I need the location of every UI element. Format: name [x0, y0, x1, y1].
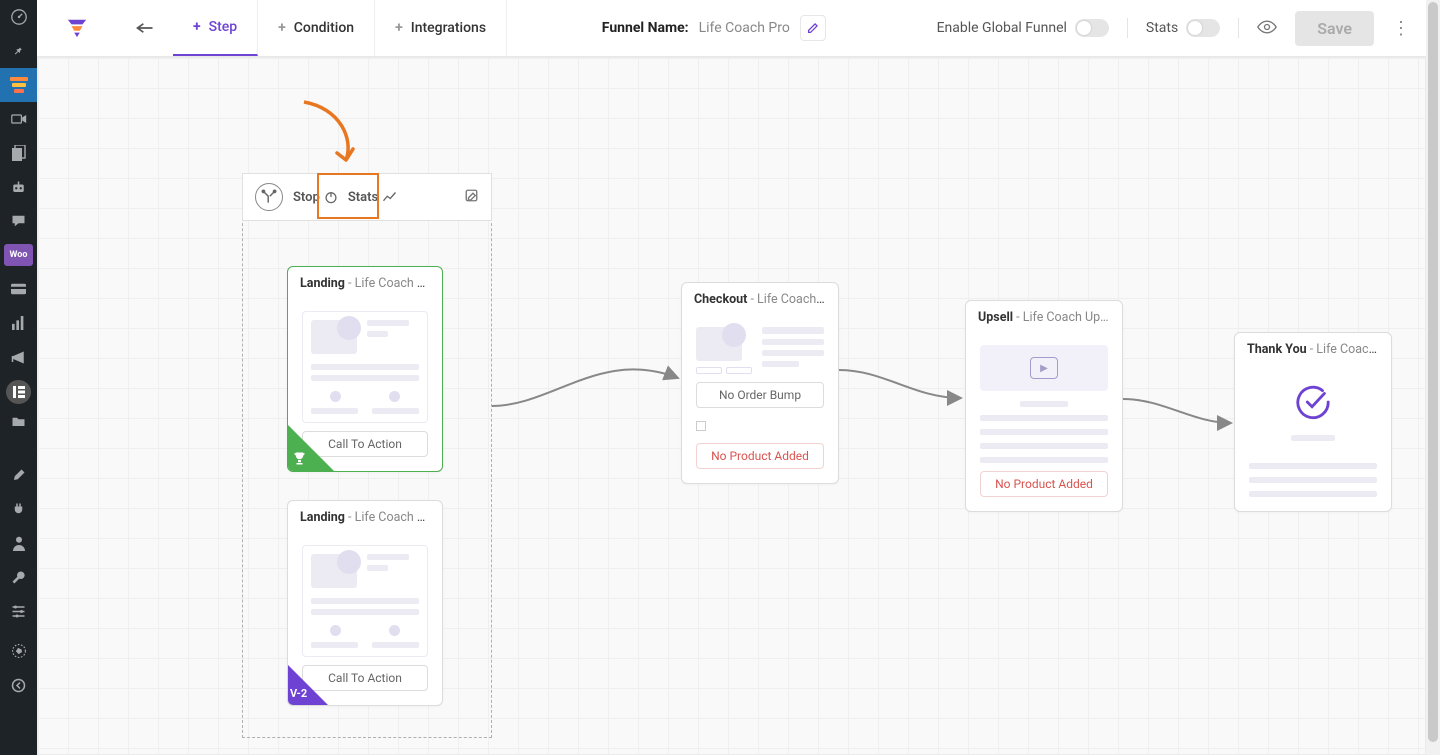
stats-toggle[interactable]: Stats: [1146, 19, 1220, 37]
marketing-icon[interactable]: [0, 340, 37, 374]
power-icon: [324, 190, 338, 204]
scrollbar-track: [1426, 0, 1440, 755]
checkbox-icon: [696, 421, 706, 431]
users-icon[interactable]: [0, 526, 37, 560]
node-title: Landing - Life Coach Lan…: [288, 501, 442, 535]
settings2-icon[interactable]: [0, 634, 37, 668]
top-header: +Step +Condition +Integrations Funnel Na…: [37, 0, 1426, 57]
no-product-warning: No Product Added: [980, 471, 1108, 497]
header-right: Enable Global Funnel Stats Save ⋮: [921, 0, 1426, 56]
toggle-off-icon: [1186, 19, 1220, 37]
bot-icon[interactable]: [0, 170, 37, 204]
node-title: Checkout - Life Coach Ch…: [682, 283, 838, 317]
winner-badge: [288, 425, 334, 471]
node-checkout[interactable]: Checkout - Life Coach Ch… No Order B: [681, 282, 839, 484]
card-icon[interactable]: [0, 272, 37, 306]
trophy-icon: [292, 451, 307, 470]
plugins-icon[interactable]: [0, 492, 37, 526]
analytics-icon[interactable]: [0, 306, 37, 340]
templates-icon[interactable]: [0, 404, 37, 438]
variant-badge: V-2: [288, 665, 328, 705]
preview-icon[interactable]: [1257, 19, 1277, 38]
line-chart-icon: [382, 191, 397, 203]
settings-icon[interactable]: [0, 594, 37, 628]
ab-toolbar: Stop Stats: [242, 173, 492, 221]
check-circle-icon: [1294, 383, 1332, 421]
node-title: Landing - Life Coach Lan…: [288, 267, 442, 301]
pin-icon[interactable]: [0, 34, 37, 68]
funnel-canvas[interactable]: Stop Stats Landing - Life Coach Lan…: [37, 57, 1426, 755]
edit-funnel-name-button[interactable]: [800, 15, 826, 41]
funnel-name-label: Funnel Name:: [602, 20, 689, 36]
elementor-icon[interactable]: [6, 380, 31, 404]
scrollbar-thumb[interactable]: [1428, 2, 1438, 742]
connector-arrow-icon: [492, 338, 692, 418]
comments-icon[interactable]: [0, 204, 37, 238]
ab-edit-button[interactable]: [464, 188, 479, 207]
node-title: Thank You - Life Coach Tha…: [1235, 333, 1391, 367]
global-funnel-toggle[interactable]: Enable Global Funnel: [937, 19, 1109, 37]
funnel-name-value: Life Coach Pro: [699, 20, 790, 36]
order-bump-pill: No Order Bump: [696, 382, 824, 408]
woo-icon[interactable]: Woo: [4, 244, 33, 266]
node-landing-a[interactable]: Landing - Life Coach Lan… Call T: [287, 266, 443, 472]
toggle-off-icon: [1075, 19, 1109, 37]
funnel-title-block: Funnel Name: Life Coach Pro: [507, 0, 921, 56]
connector-arrow-icon: [1123, 393, 1243, 433]
media-icon[interactable]: [0, 102, 37, 136]
app-logo: [37, 0, 117, 56]
annotation-arrow-icon: [294, 98, 374, 178]
collapse-icon[interactable]: [0, 668, 37, 702]
connector-arrow-icon: [839, 358, 974, 418]
wp-admin-sidebar: Woo: [0, 0, 37, 755]
ab-test-group: Stop Stats Landing - Life Coach Lan…: [242, 173, 492, 738]
back-button[interactable]: [117, 0, 173, 56]
node-thankyou[interactable]: Thank You - Life Coach Tha…: [1234, 332, 1392, 512]
node-upsell[interactable]: Upsell - Life Coach Up… ▶ No Product Add…: [965, 300, 1123, 512]
node-title: Upsell - Life Coach Up…: [966, 301, 1122, 335]
save-button[interactable]: Save: [1295, 11, 1374, 46]
more-menu-button[interactable]: ⋮: [1392, 18, 1410, 39]
funnel-builder-icon[interactable]: [0, 68, 37, 102]
appearance-icon[interactable]: [0, 458, 37, 492]
ab-stop-button[interactable]: Stop: [293, 190, 338, 205]
tab-step[interactable]: +Step: [173, 0, 258, 56]
no-product-warning: No Product Added: [696, 443, 824, 469]
tab-integrations[interactable]: +Integrations: [375, 0, 507, 56]
tab-condition[interactable]: +Condition: [258, 0, 375, 56]
tools-icon[interactable]: [0, 560, 37, 594]
play-icon: ▶: [1030, 357, 1058, 379]
dashboard-icon[interactable]: [0, 0, 37, 34]
split-icon[interactable]: [255, 183, 283, 211]
node-landing-b[interactable]: Landing - Life Coach Lan… Call T: [287, 500, 443, 706]
pages-icon[interactable]: [0, 136, 37, 170]
ab-stats-button[interactable]: Stats: [348, 190, 397, 205]
